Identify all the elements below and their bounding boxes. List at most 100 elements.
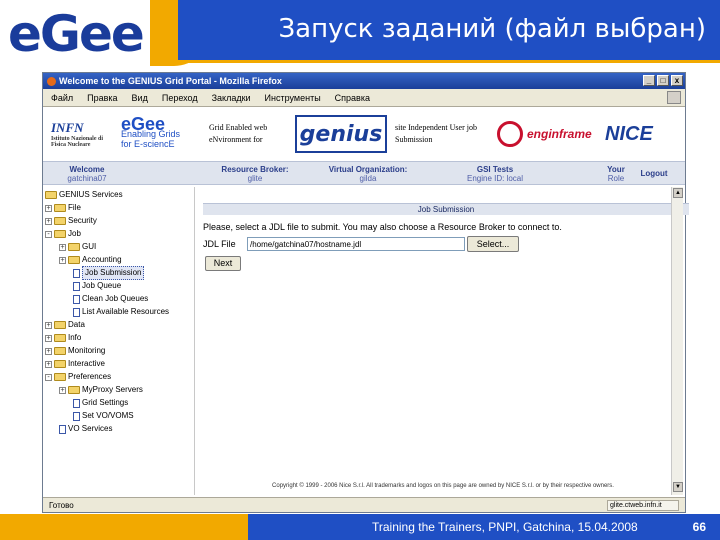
expand-icon[interactable]: + bbox=[45, 217, 52, 225]
maximize-button[interactable]: □ bbox=[657, 75, 669, 86]
expand-icon[interactable]: + bbox=[59, 243, 66, 251]
tree-item-job[interactable]: - Job bbox=[45, 228, 81, 240]
document-icon bbox=[73, 398, 80, 408]
menu-edit[interactable]: Правка bbox=[87, 89, 117, 106]
jdl-file-input[interactable] bbox=[247, 237, 465, 251]
menu-go[interactable]: Переход bbox=[162, 89, 198, 106]
genius-right-line-1: site Independent User job bbox=[395, 123, 477, 132]
document-icon bbox=[73, 307, 80, 317]
infn-logo-text: INFN bbox=[51, 120, 84, 135]
enginframe-logo-text: enginframe bbox=[527, 127, 592, 141]
tree-item-list-resources[interactable]: List Available Resources bbox=[73, 306, 169, 318]
close-button[interactable]: x bbox=[671, 75, 683, 86]
jdl-file-label: JDL File bbox=[203, 239, 236, 249]
nav-gsi-tests[interactable]: GSI Tests Engine ID: local bbox=[455, 165, 535, 183]
next-button[interactable]: Next bbox=[205, 256, 241, 271]
section-title: Job Submission bbox=[203, 203, 689, 215]
nice-logo: NICE bbox=[605, 122, 653, 145]
nav-resource-broker[interactable]: Resource Broker: glite bbox=[215, 165, 295, 183]
tree-label: Grid Settings bbox=[82, 398, 129, 407]
copyright-text: Copyright © 1999 - 2006 Nice S.r.l. All … bbox=[272, 483, 614, 489]
expand-icon[interactable]: + bbox=[45, 321, 52, 329]
tree-item-vo-services[interactable]: VO Services bbox=[59, 423, 112, 435]
menu-view[interactable]: Вид bbox=[132, 89, 148, 106]
tree-item-monitoring[interactable]: + Monitoring bbox=[45, 345, 105, 357]
menu-file[interactable]: Файл bbox=[51, 89, 73, 106]
vertical-scrollbar[interactable]: ▲ ▼ bbox=[671, 187, 683, 495]
document-icon bbox=[73, 281, 80, 291]
nav-your-role[interactable]: Your Role bbox=[601, 165, 631, 183]
collapse-icon[interactable]: - bbox=[45, 230, 52, 238]
tree-label: Interactive bbox=[68, 359, 105, 368]
tree-label: Job Queue bbox=[82, 281, 122, 290]
window-title: Welcome to the GENIUS Grid Portal - Mozi… bbox=[59, 76, 282, 86]
tree-item-info[interactable]: + Info bbox=[45, 332, 81, 344]
slide-header: eGee Запуск заданий (файл выбран) bbox=[0, 0, 720, 66]
folder-icon bbox=[54, 321, 66, 329]
nav-gsi-label: GSI Tests bbox=[476, 165, 514, 174]
slide-footer: Training the Trainers, PNPI, Gatchina, 1… bbox=[0, 514, 720, 540]
tree-item-grid-settings[interactable]: Grid Settings bbox=[73, 397, 128, 409]
page-number: 66 bbox=[692, 520, 706, 534]
title-underline bbox=[178, 60, 720, 63]
expand-icon[interactable]: + bbox=[45, 204, 52, 212]
select-button[interactable]: Select... bbox=[467, 236, 519, 252]
tree-label: Preferences bbox=[68, 372, 112, 381]
nav-role-value: Role bbox=[607, 174, 625, 183]
expand-icon[interactable]: + bbox=[45, 360, 52, 368]
tree-label: List Available Resources bbox=[82, 307, 170, 316]
status-url: glite.ctweb.infn.it bbox=[607, 500, 679, 511]
menu-tools[interactable]: Инструменты bbox=[265, 89, 321, 106]
expand-icon[interactable]: + bbox=[59, 386, 66, 394]
throbber-icon bbox=[667, 91, 681, 104]
tree-item-root[interactable]: GENIUS Services bbox=[45, 189, 123, 201]
tree-item-job-queue[interactable]: Job Queue bbox=[73, 280, 121, 292]
scroll-up-icon[interactable]: ▲ bbox=[673, 188, 683, 198]
tree-item-myproxy-servers[interactable]: + MyProxy Servers bbox=[59, 384, 143, 396]
firefox-icon bbox=[47, 77, 56, 87]
nav-logout[interactable]: Logout bbox=[639, 169, 669, 178]
collapse-icon[interactable]: - bbox=[45, 373, 52, 381]
tree-item-gui[interactable]: + GUI bbox=[59, 241, 96, 253]
genius-acronym-right: site Independent User job Submission bbox=[395, 122, 489, 146]
nav-logout-label: Logout bbox=[640, 169, 668, 178]
folder-icon bbox=[54, 347, 66, 355]
tree-label: Set VO/VOMS bbox=[82, 411, 134, 420]
tree-item-preferences[interactable]: - Preferences bbox=[45, 371, 111, 383]
nav-role-label: Your bbox=[607, 165, 625, 174]
tree-item-clean-job-queues[interactable]: Clean Job Queues bbox=[73, 293, 148, 305]
menu-help[interactable]: Справка bbox=[335, 89, 370, 106]
tree-item-file[interactable]: + File bbox=[45, 202, 81, 214]
minimize-button[interactable]: _ bbox=[643, 75, 655, 86]
status-text: Готово bbox=[49, 501, 74, 510]
nav-rb-label: Resource Broker: bbox=[221, 165, 289, 174]
browser-window: Welcome to the GENIUS Grid Portal - Mozi… bbox=[42, 72, 689, 513]
portal-logo-strip: INFN Istituto Nazionale di Fisica Nuclea… bbox=[43, 107, 685, 161]
expand-icon[interactable]: + bbox=[45, 347, 52, 355]
scroll-down-icon[interactable]: ▼ bbox=[673, 482, 683, 492]
genius-left-line-1: Grid Enabled web bbox=[209, 123, 268, 132]
enginframe-logo: enginframe bbox=[497, 121, 597, 147]
tree-item-interactive[interactable]: + Interactive bbox=[45, 358, 105, 370]
tree-label: GUI bbox=[82, 242, 97, 251]
document-icon bbox=[73, 411, 80, 421]
expand-icon[interactable]: + bbox=[59, 256, 66, 264]
nav-welcome[interactable]: Welcome gatchina07 bbox=[55, 165, 119, 183]
tree-item-set-vo-voms[interactable]: Set VO/VOMS bbox=[73, 410, 134, 422]
tree-label: File bbox=[68, 203, 81, 212]
menu-bookmarks[interactable]: Закладки bbox=[212, 89, 251, 106]
folder-icon bbox=[68, 243, 80, 251]
nav-virtual-organization[interactable]: Virtual Organization: gilda bbox=[323, 165, 413, 183]
tree-item-accounting[interactable]: + Accounting bbox=[59, 254, 122, 266]
browser-titlebar[interactable]: Welcome to the GENIUS Grid Portal - Mozi… bbox=[43, 73, 685, 89]
services-tree: GENIUS Services + File + Security - Job + GU… bbox=[43, 187, 195, 495]
status-bar: Готово glite.ctweb.infn.it bbox=[43, 497, 685, 512]
expand-icon[interactable]: + bbox=[45, 334, 52, 342]
tree-label: Accounting bbox=[82, 255, 122, 264]
nav-rb-value: glite bbox=[247, 174, 263, 183]
folder-open-icon bbox=[54, 373, 66, 381]
infn-logo-subtext: Istituto Nazionale di Fisica Nucleare bbox=[51, 136, 104, 148]
tree-item-job-submission[interactable]: Job Submission bbox=[73, 266, 145, 280]
tree-item-data[interactable]: + Data bbox=[45, 319, 85, 331]
tree-item-security[interactable]: + Security bbox=[45, 215, 97, 227]
